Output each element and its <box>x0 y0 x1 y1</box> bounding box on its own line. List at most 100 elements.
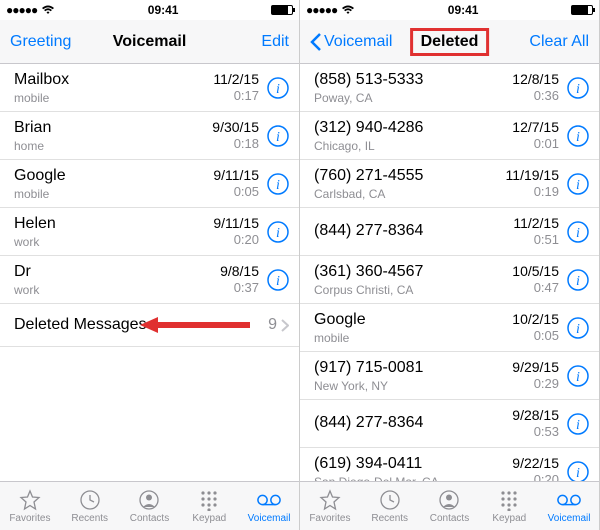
voicemail-duration: 0:17 <box>213 88 259 104</box>
voicemail-title: Google <box>314 310 512 329</box>
deleted-row[interactable]: (858) 513-5333Poway, CA 12/8/150:36 i <box>300 64 599 112</box>
voicemail-title: (619) 394-0411 <box>314 454 512 473</box>
voicemail-sub: mobile <box>14 187 213 201</box>
info-icon[interactable]: i <box>267 269 289 291</box>
tab-contacts[interactable]: Contacts <box>420 482 480 530</box>
tab-label: Contacts <box>130 513 169 524</box>
info-icon[interactable]: i <box>267 125 289 147</box>
edit-button[interactable]: Edit <box>219 33 289 51</box>
chevron-right-icon <box>281 319 289 332</box>
tab-keypad[interactable]: Keypad <box>479 482 539 530</box>
voicemail-title: Mailbox <box>14 70 213 89</box>
voicemail-icon <box>557 489 581 511</box>
tab-favorites[interactable]: Favorites <box>300 482 360 530</box>
info-icon[interactable]: i <box>567 125 589 147</box>
clock-icon <box>378 489 402 511</box>
voicemail-date: 11/2/15 <box>513 215 559 233</box>
tab-bar: Favorites Recents Contacts Keypad Voicem… <box>300 481 599 530</box>
voicemail-duration: 0:37 <box>220 280 259 296</box>
svg-text:i: i <box>276 226 280 241</box>
voicemail-title: Helen <box>14 214 213 233</box>
tab-recents[interactable]: Recents <box>60 482 120 530</box>
voicemail-duration: 0:47 <box>512 280 559 296</box>
tab-keypad[interactable]: Keypad <box>179 482 239 530</box>
info-icon[interactable]: i <box>567 365 589 387</box>
info-icon[interactable]: i <box>267 77 289 99</box>
star-icon <box>318 489 342 511</box>
contact-icon <box>137 489 161 511</box>
contact-icon <box>437 489 461 511</box>
voicemail-date: 9/29/15 <box>512 359 559 377</box>
tab-favorites[interactable]: Favorites <box>0 482 60 530</box>
voicemail-date: 10/2/15 <box>512 311 559 329</box>
voicemail-title: Google <box>14 166 213 185</box>
deleted-row[interactable]: (917) 715-0081New York, NY 9/29/150:29 i <box>300 352 599 400</box>
deleted-row[interactable]: Google mobile 10/2/150:05 i <box>300 304 599 352</box>
voicemail-row[interactable]: Brian home 9/30/15 0:18 i <box>0 112 299 160</box>
voicemail-title: (858) 513-5333 <box>314 70 512 89</box>
voicemail-sub: Poway, CA <box>314 91 512 105</box>
voicemail-title: (760) 271-4555 <box>314 166 506 185</box>
voicemail-row[interactable]: Dr work 9/8/15 0:37 i <box>0 256 299 304</box>
wifi-icon <box>341 5 355 15</box>
deleted-messages-label: Deleted Messages <box>14 316 147 334</box>
voicemail-date: 9/28/15 <box>512 407 559 425</box>
voicemail-row[interactable]: Helen work 9/11/15 0:20 i <box>0 208 299 256</box>
deleted-row[interactable]: (361) 360-4567Corpus Christi, CA 10/5/15… <box>300 256 599 304</box>
svg-text:i: i <box>576 226 580 241</box>
voicemail-sub: work <box>14 235 213 249</box>
tab-recents[interactable]: Recents <box>360 482 420 530</box>
deleted-row[interactable]: (619) 394-0411San Diego-Del Mar, CA 9/22… <box>300 448 599 481</box>
voicemail-icon <box>257 489 281 511</box>
voicemail-duration: 0:51 <box>513 232 559 248</box>
signal-dots-icon: ●●●●● <box>306 3 337 17</box>
info-icon[interactable]: i <box>567 461 589 482</box>
clear-all-button[interactable]: Clear All <box>519 33 589 51</box>
deleted-messages-row[interactable]: Deleted Messages 9 <box>0 304 299 347</box>
deleted-row[interactable]: (760) 271-4555Carlsbad, CA 11/19/150:19 … <box>300 160 599 208</box>
svg-text:i: i <box>576 130 580 145</box>
voicemail-title: Brian <box>14 118 212 137</box>
voicemail-title: (844) 277-8364 <box>314 221 513 240</box>
tab-voicemail[interactable]: Voicemail <box>539 482 599 530</box>
voicemail-duration: 0:05 <box>512 328 559 344</box>
info-icon[interactable]: i <box>567 269 589 291</box>
greeting-button[interactable]: Greeting <box>10 33 80 51</box>
svg-text:i: i <box>276 178 280 193</box>
navbar: Greeting Voicemail Edit <box>0 20 299 64</box>
voicemail-title: (844) 277-8364 <box>314 413 512 432</box>
voicemail-date: 9/11/15 <box>213 215 259 233</box>
annotation-arrow-icon <box>140 315 250 335</box>
tab-contacts[interactable]: Contacts <box>120 482 180 530</box>
info-icon[interactable]: i <box>567 317 589 339</box>
voicemail-row[interactable]: Mailbox mobile 11/2/15 0:17 i <box>0 64 299 112</box>
svg-text:i: i <box>576 370 580 385</box>
svg-text:i: i <box>276 130 280 145</box>
voicemail-row[interactable]: Google mobile 9/11/15 0:05 i <box>0 160 299 208</box>
voicemail-date: 9/11/15 <box>213 167 259 185</box>
info-icon[interactable]: i <box>267 173 289 195</box>
voicemail-date: 9/8/15 <box>220 263 259 281</box>
svg-text:i: i <box>576 418 580 433</box>
star-icon <box>18 489 42 511</box>
voicemail-sub: Chicago, IL <box>314 139 512 153</box>
voicemail-sub: New York, NY <box>314 379 512 393</box>
status-bar: ●●●●● 09:41 <box>300 0 599 20</box>
info-icon[interactable]: i <box>567 221 589 243</box>
info-icon[interactable]: i <box>567 77 589 99</box>
info-icon[interactable]: i <box>567 413 589 435</box>
voicemail-sub: mobile <box>314 331 512 345</box>
voicemail-title: Dr <box>14 262 220 281</box>
deleted-row[interactable]: (844) 277-8364 11/2/150:51 i <box>300 208 599 256</box>
svg-text:i: i <box>576 178 580 193</box>
info-icon[interactable]: i <box>567 173 589 195</box>
svg-text:i: i <box>276 274 280 289</box>
voicemail-title: (917) 715-0081 <box>314 358 512 377</box>
tab-label: Keypad <box>492 513 526 524</box>
deleted-messages-count: 9 <box>268 316 277 334</box>
deleted-row[interactable]: (844) 277-8364 9/28/150:53 i <box>300 400 599 448</box>
deleted-row[interactable]: (312) 940-4286Chicago, IL 12/7/150:01 i <box>300 112 599 160</box>
tab-voicemail[interactable]: Voicemail <box>239 482 299 530</box>
info-icon[interactable]: i <box>267 221 289 243</box>
back-button[interactable]: Voicemail <box>310 33 392 51</box>
